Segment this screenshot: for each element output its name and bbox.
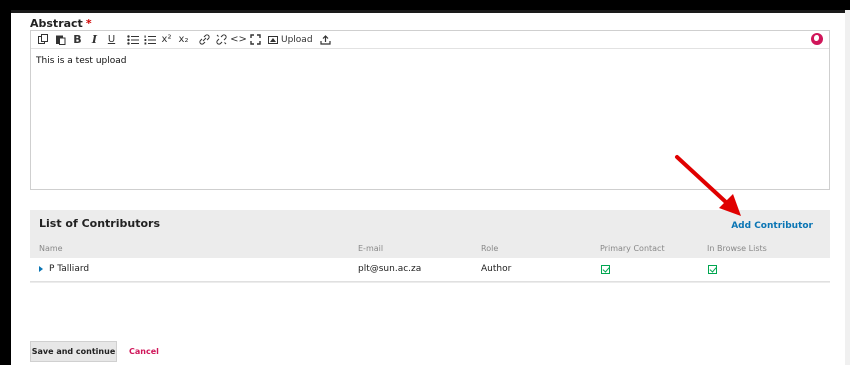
- link-icon[interactable]: [196, 32, 213, 48]
- numbered-list-icon[interactable]: [141, 32, 158, 48]
- expand-row-icon[interactable]: [39, 266, 43, 272]
- contributors-panel: List of Contributors Add Contributor Nam…: [30, 210, 830, 283]
- paste-icon[interactable]: [52, 32, 69, 48]
- editor-toolbar: B I U x² x₂ <> Upload: [31, 31, 829, 49]
- column-header-email: E-mail: [358, 244, 384, 253]
- contributor-email: plt@sun.ac.za: [358, 264, 422, 274]
- contributor-name: P Talliard: [49, 264, 90, 274]
- unlink-icon[interactable]: [213, 32, 230, 48]
- save-and-continue-button[interactable]: Save and continue: [30, 341, 117, 362]
- underline-button[interactable]: U: [103, 32, 120, 48]
- superscript-button[interactable]: x²: [158, 32, 175, 48]
- language-globe-icon[interactable]: [811, 33, 823, 45]
- cancel-link[interactable]: Cancel: [129, 347, 159, 356]
- upload-label: Upload: [281, 34, 313, 45]
- bold-button[interactable]: B: [69, 32, 86, 48]
- abstract-label-text: Abstract: [30, 17, 83, 30]
- code-button[interactable]: <>: [230, 32, 247, 48]
- bullet-list-icon[interactable]: [124, 32, 141, 48]
- abstract-label: Abstract *: [30, 17, 92, 30]
- image-icon: [268, 35, 278, 44]
- browse-lists-check-icon: [708, 265, 717, 274]
- page-scrollbar[interactable]: [845, 10, 850, 365]
- table-row[interactable]: P Talliard plt@sun.ac.za Author: [30, 258, 830, 282]
- primary-contact-check-icon: [601, 265, 610, 274]
- subscript-button[interactable]: x₂: [175, 32, 192, 48]
- column-header-primary-contact: Primary Contact: [600, 244, 665, 253]
- column-header-role: Role: [481, 244, 499, 253]
- add-contributor-link[interactable]: Add Contributor: [731, 221, 813, 231]
- top-border: [11, 10, 850, 13]
- image-upload-button[interactable]: Upload: [268, 32, 313, 48]
- fullscreen-icon[interactable]: [247, 32, 264, 48]
- italic-button[interactable]: I: [86, 32, 103, 48]
- contributors-title: List of Contributors: [39, 217, 160, 230]
- submission-form-page: Abstract * B I U x² x₂ <> Upload This is…: [11, 10, 850, 365]
- abstract-text[interactable]: This is a test upload: [31, 49, 829, 73]
- contributor-role: Author: [481, 264, 512, 274]
- column-header-name: Name: [39, 244, 63, 253]
- required-mark: *: [85, 17, 92, 30]
- file-upload-icon[interactable]: [317, 32, 334, 48]
- copy-icon[interactable]: [35, 32, 52, 48]
- abstract-editor[interactable]: B I U x² x₂ <> Upload This is a test upl…: [30, 30, 830, 190]
- column-header-browse-lists: In Browse Lists: [707, 244, 767, 253]
